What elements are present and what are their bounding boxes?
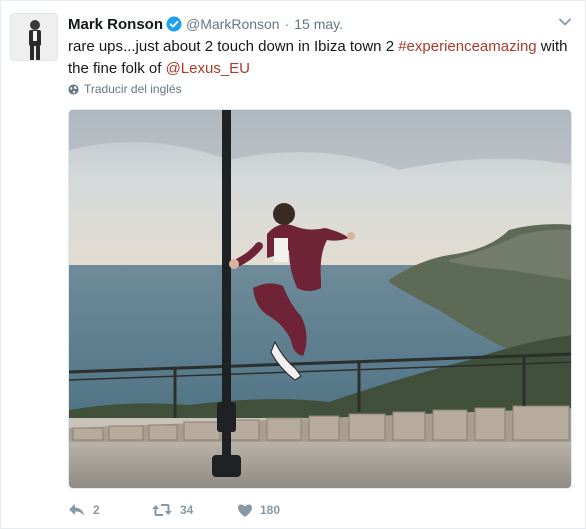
retweet-icon — [152, 504, 172, 516]
heart-icon — [238, 504, 252, 517]
avatar[interactable] — [10, 13, 58, 61]
like-button[interactable]: 180 — [237, 503, 280, 518]
reply-icon — [69, 504, 84, 516]
chevron-down-icon[interactable] — [558, 15, 572, 29]
author-handle[interactable]: @MarkRonson — [186, 16, 280, 32]
reply-count: 2 — [93, 503, 100, 517]
tweet-photo[interactable] — [68, 109, 572, 489]
retweet-count: 34 — [180, 503, 194, 517]
like-count: 180 — [260, 503, 281, 517]
tweet-text: rare ups...just about 2 touch down in Ib… — [68, 36, 573, 80]
globe-icon — [68, 83, 79, 95]
reply-button[interactable]: 2 — [68, 502, 151, 518]
tweet-date[interactable]: 15 may. — [294, 16, 343, 32]
author-name[interactable]: Mark Ronson — [68, 16, 163, 33]
tweet-card[interactable]: Mark Ronson @MarkRonson · 15 may. rare u… — [0, 0, 586, 529]
hashtag-link[interactable]: #experienceamazing — [398, 38, 536, 55]
verified-badge-icon — [166, 16, 182, 32]
separator-dot: · — [284, 16, 290, 32]
tweet-header: Mark Ronson @MarkRonson · 15 may. — [68, 14, 343, 34]
mention-link[interactable]: @Lexus_EU — [166, 60, 250, 77]
translate-label: Traducir del inglés — [84, 82, 182, 96]
translate-button[interactable]: Traducir del inglés — [68, 82, 182, 96]
tweet-text-part: rare ups...just about 2 touch down in Ib… — [68, 38, 399, 55]
avatar-image — [11, 14, 57, 60]
tweet-actions: 2 34 180 — [68, 500, 280, 520]
photo-image — [69, 110, 571, 488]
retweet-button[interactable]: 34 — [151, 502, 237, 518]
